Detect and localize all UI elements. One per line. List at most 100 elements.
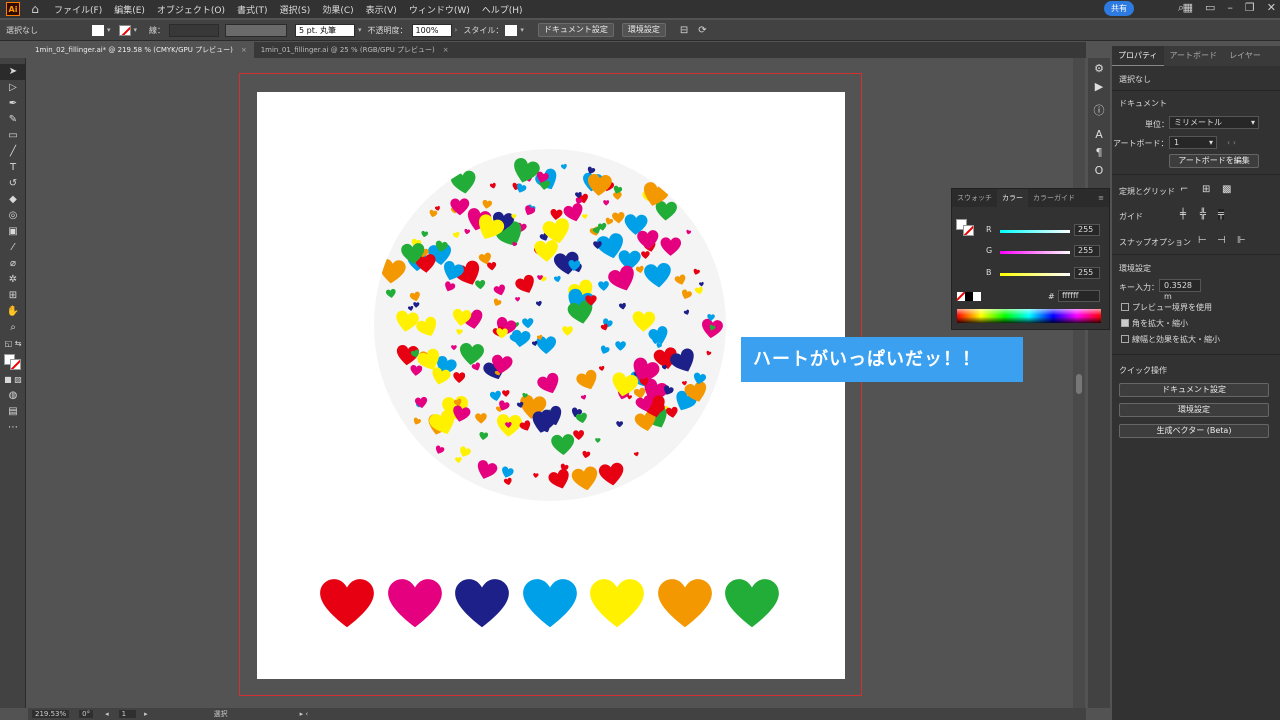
tab-document-1[interactable]: 1min_02_fillinger.ai* @ 219.58 % (CMYK/G… [28, 42, 254, 58]
green-value[interactable]: 255 [1074, 245, 1100, 257]
quick-color-swatches[interactable] [957, 292, 981, 301]
status-menu-icon[interactable]: ▸ ‹ [300, 710, 309, 718]
menu-help[interactable]: ヘルプ(H) [482, 3, 523, 16]
stroke-swatch[interactable] [118, 24, 131, 36]
checkbox-checked-icon[interactable] [1121, 319, 1129, 327]
next-artboard-icon[interactable]: ▸ [144, 710, 148, 718]
red-value[interactable]: 255 [1074, 224, 1100, 236]
fill-stroke-indicator[interactable] [956, 211, 976, 241]
generative-vector-button[interactable]: 生成ベクター (Beta) [1119, 424, 1269, 438]
color-mode-icon[interactable]: ■ ▨ [0, 372, 26, 388]
pen-tool-icon[interactable]: ✒ [0, 96, 26, 112]
lock-guides-icon[interactable]: ╬ [1200, 209, 1206, 220]
show-guides-icon[interactable]: ╪ [1180, 209, 1186, 220]
artboard-nav-icons[interactable]: ‹ › [1227, 138, 1236, 147]
more-tools-icon[interactable]: ⋯ [0, 420, 26, 436]
preferences-button[interactable]: 環境設定 [621, 23, 666, 37]
hand-tool-icon[interactable]: ✋ [0, 304, 26, 320]
tab-color[interactable]: カラー [997, 189, 1028, 207]
screen-mode-icon[interactable]: ▤ [0, 404, 26, 420]
heart-filled-circle[interactable] [374, 149, 726, 501]
default-colors-icon[interactable]: ◱ ⇆ [0, 336, 26, 352]
snap-point-icon[interactable]: ⊢ [1198, 235, 1207, 246]
rotation-field[interactable]: 0° [79, 710, 94, 718]
selection-tool-icon[interactable]: ➤ [0, 64, 26, 80]
snap-pixel-icon[interactable]: ⊣ [1217, 235, 1226, 246]
opacity-field[interactable]: 100% [411, 23, 452, 37]
unit-dropdown[interactable]: ミリメートル ▾ [1169, 116, 1259, 129]
direct-selection-tool-icon[interactable]: ▷ [0, 80, 26, 96]
chevron-down-icon[interactable]: ▾ [134, 26, 138, 34]
menu-effect[interactable]: 効果(C) [322, 3, 353, 16]
libraries-icon[interactable]: ⚙ [1088, 60, 1110, 78]
menu-select[interactable]: 選択(S) [280, 3, 311, 16]
artboard-tool-icon[interactable]: ⊞ [0, 288, 26, 304]
blue-value[interactable]: 255 [1074, 267, 1100, 279]
chevron-down-icon[interactable]: ▾ [107, 26, 111, 34]
brush-field[interactable]: 5 pt. 丸筆 [295, 23, 356, 37]
grid-icon[interactable]: ⊞ [1202, 184, 1210, 195]
hex-field[interactable]: ffffff [1058, 290, 1100, 302]
panel-menu-icon[interactable]: ≡ [1093, 194, 1109, 202]
curvature-tool-icon[interactable]: ✎ [0, 112, 26, 128]
artboard-dropdown[interactable]: 1 ▾ [1169, 136, 1217, 149]
smart-guides-icon[interactable]: ╤ [1218, 209, 1225, 220]
previous-artboard-icon[interactable]: ◂ [105, 710, 109, 718]
snap-glyph-icon[interactable]: ⊩ [1237, 235, 1246, 246]
menu-view[interactable]: 表示(V) [366, 3, 397, 16]
paintbrush-tool-icon[interactable]: ╱ [0, 144, 26, 160]
gradient-tool-icon[interactable]: ▣ [0, 224, 26, 240]
blend-tool-icon[interactable]: ⌀ [0, 256, 26, 272]
quick-preferences-button[interactable]: 環境設定 [1119, 403, 1269, 417]
status-mode[interactable]: 選択 [214, 709, 228, 719]
eyedropper-tool-icon[interactable]: ⁄ [0, 240, 26, 256]
zoom-field[interactable]: 219.53% [32, 710, 70, 718]
key-input-field[interactable]: 0.3528 m [1159, 279, 1201, 301]
paragraph-icon[interactable]: ¶ [1088, 144, 1110, 162]
tab-properties[interactable]: プロパティ [1112, 46, 1164, 66]
share-button[interactable]: 共有 [1104, 1, 1134, 16]
green-slider[interactable]: G 255 [986, 245, 1106, 258]
fill-stroke-icon[interactable] [0, 352, 26, 372]
chevron-down-icon[interactable]: ▾ [358, 26, 362, 34]
scale-strokes-checkbox[interactable]: 線幅と効果を拡大・縮小 [1121, 334, 1220, 345]
tab-document-2[interactable]: 1min_01_fillinger.ai @ 25 % (RGB/GPU プレビ… [254, 42, 456, 58]
rectangle-tool-icon[interactable]: ▭ [0, 128, 26, 144]
menu-file[interactable]: ファイル(F) [54, 3, 102, 16]
checkbox-icon[interactable] [1121, 335, 1129, 343]
shape-builder-tool-icon[interactable]: ◎ [0, 208, 26, 224]
menu-window[interactable]: ウィンドウ(W) [409, 3, 470, 16]
artboard[interactable] [257, 92, 845, 679]
close-icon[interactable]: ✕ [1267, 1, 1276, 14]
tab-layers[interactable]: レイヤー [1223, 46, 1267, 66]
tab-swatches[interactable]: スウォッチ [952, 193, 997, 203]
arrange-icon[interactable]: ▦ [1183, 1, 1193, 14]
recolor-icon[interactable]: ⟳ [698, 25, 706, 36]
variable-width-field[interactable] [225, 23, 288, 37]
red-slider[interactable]: R 255 [986, 224, 1106, 237]
document-setup-button[interactable]: ドキュメント設定 [537, 23, 614, 37]
style-swatch[interactable] [505, 24, 518, 36]
transparency-grid-icon[interactable]: ▩ [1222, 184, 1231, 195]
character-icon[interactable]: A [1088, 126, 1110, 144]
draw-mode-icon[interactable]: ◍ [0, 388, 26, 404]
vertical-scrollbar[interactable] [1073, 58, 1085, 708]
rotate-tool-icon[interactable]: ↺ [0, 176, 26, 192]
stroke-weight-field[interactable] [169, 23, 220, 37]
scale-corners-checkbox[interactable]: 角を拡大・縮小 [1121, 318, 1188, 329]
quick-document-setup-button[interactable]: ドキュメント設定 [1119, 383, 1269, 397]
minimize-icon[interactable]: – [1227, 1, 1233, 14]
home-icon[interactable]: ⌂ [28, 2, 42, 16]
artboard-number-field[interactable]: 1 [118, 710, 137, 718]
color-spectrum[interactable] [957, 309, 1101, 323]
checkbox-icon[interactable] [1121, 303, 1129, 311]
blue-track[interactable] [1000, 273, 1070, 276]
tab-artboards[interactable]: アートボード [1164, 46, 1224, 66]
chevron-right-icon[interactable]: › [455, 26, 458, 34]
rulers-icon[interactable]: ⌐ [1180, 184, 1188, 195]
type-tool-icon[interactable]: T [0, 160, 26, 176]
scroll-thumb[interactable] [1076, 374, 1082, 394]
align-icon[interactable]: ⊟ [680, 25, 688, 36]
preview-bounds-checkbox[interactable]: プレビュー境界を使用 [1121, 302, 1212, 313]
red-track[interactable] [1000, 230, 1070, 233]
